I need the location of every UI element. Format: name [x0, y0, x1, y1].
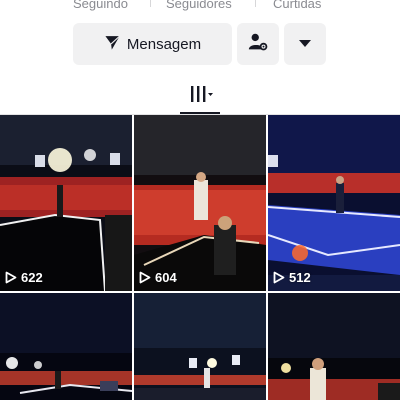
chevron-down-icon	[299, 35, 311, 53]
play-icon	[5, 271, 17, 284]
video-thumbnail[interactable]: 604	[134, 115, 266, 291]
profile-stats: Seguindo Seguidores Curtidas	[0, 0, 400, 14]
view-count: 604	[139, 270, 177, 285]
concert-performer-image	[268, 293, 400, 400]
video-thumbnail[interactable]	[268, 293, 400, 400]
video-thumbnail[interactable]: 622	[0, 115, 132, 291]
concert-stage-lights-image	[0, 293, 132, 400]
stats-divider	[150, 0, 151, 7]
followers-label[interactable]: Seguidores	[166, 0, 232, 11]
view-count: 622	[5, 270, 43, 285]
add-friend-button[interactable]	[237, 23, 279, 65]
play-icon	[273, 271, 285, 284]
video-grid: 622 604 512	[0, 115, 400, 400]
videos-grid-tab[interactable]	[181, 84, 219, 108]
video-thumbnail[interactable]	[134, 293, 266, 400]
view-count-label: 512	[289, 270, 311, 285]
play-icon	[139, 271, 151, 284]
video-thumbnail[interactable]	[0, 293, 132, 400]
view-count-label: 604	[155, 270, 177, 285]
video-thumbnail[interactable]: 512	[268, 115, 400, 291]
concert-stage-wide-image	[134, 293, 266, 400]
view-count: 512	[273, 270, 311, 285]
more-button[interactable]	[284, 23, 326, 65]
user-gear-icon	[247, 31, 269, 58]
grid-icon	[186, 85, 214, 108]
concert-stage-image	[0, 115, 132, 291]
stats-divider	[255, 0, 256, 7]
message-button-label: Mensagem	[126, 35, 202, 53]
send-icon	[104, 34, 121, 55]
concert-crowd-image	[134, 115, 266, 291]
likes-label: Curtidas	[273, 0, 322, 11]
following-label[interactable]: Seguindo	[73, 0, 128, 11]
profile-tabs	[0, 78, 400, 114]
message-button[interactable]: Mensagem	[73, 23, 232, 65]
view-count-label: 622	[21, 270, 43, 285]
concert-stage-night-image	[268, 115, 400, 291]
